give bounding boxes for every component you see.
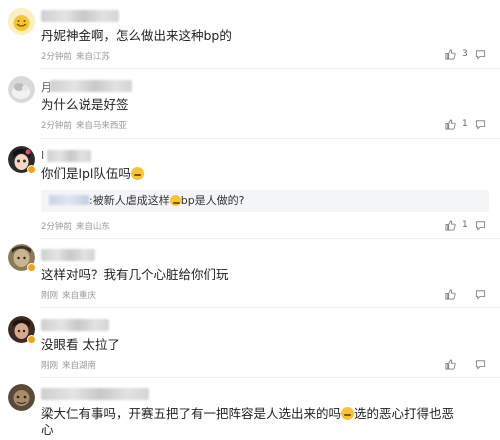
comment-actions: 3: [444, 48, 486, 60]
avatar[interactable]: [8, 8, 35, 35]
like-count: 1: [462, 220, 468, 230]
comment-text-main: 梁大仁有事吗，开赛五把了有一把阵容是人选出来的吗: [41, 406, 342, 421]
comment-actions: [444, 358, 486, 370]
comment-meta: 刚刚 来自湖南: [41, 359, 96, 371]
comment-text-line2: 心: [41, 422, 54, 437]
comment-bubble-icon[interactable]: [474, 48, 486, 60]
divider: [41, 238, 500, 239]
comment-text: 为什么说是好签: [41, 97, 129, 112]
username[interactable]: [41, 10, 119, 22]
smiling-face-emoji: [341, 407, 355, 420]
comment-text: 没眼看 太拉了: [41, 337, 120, 352]
comment-actions: [444, 288, 486, 300]
verified-badge: [27, 165, 36, 174]
comment-bubble-icon[interactable]: [474, 118, 486, 130]
quoted-text: :被新人虐成这样: [89, 194, 170, 207]
comment-meta: 2分钟前 来自马来西亚: [41, 119, 127, 131]
comment-location: 来自马来西亚: [75, 121, 127, 131]
quoted-username[interactable]: [49, 195, 89, 205]
divider: [41, 377, 500, 378]
comment-actions: 1: [444, 118, 486, 130]
comment-location: 来自湖南: [62, 361, 97, 371]
comment-bubble-icon[interactable]: [474, 219, 486, 231]
comment-bubble-icon[interactable]: [474, 288, 486, 300]
divider: [41, 307, 500, 308]
comment-meta: 2分钟前 来自江苏: [41, 50, 110, 62]
thumbs-up-icon[interactable]: [444, 118, 456, 130]
like-count: 3: [462, 49, 468, 59]
username[interactable]: [41, 388, 149, 400]
comment-location: 来自重庆: [62, 291, 97, 301]
comment-location: 来自山东: [75, 222, 110, 232]
comment-time: 2分钟前: [41, 121, 72, 131]
comment-time: 2分钟前: [41, 222, 72, 232]
comment-meta: 刚刚 来自重庆: [41, 289, 96, 301]
comment-location: 来自江苏: [75, 52, 110, 62]
username-initial: I: [41, 149, 45, 162]
quoted-reply[interactable]: :被新人虐成这样 bp是人做的?: [41, 190, 489, 212]
thumbs-up-icon[interactable]: [444, 358, 456, 370]
username[interactable]: [41, 249, 95, 261]
comment-time: 刚刚: [41, 291, 59, 301]
thumbs-up-icon[interactable]: [444, 219, 456, 231]
comment-text: 这样对吗？我有几个心脏给你们玩: [41, 267, 229, 282]
avatar[interactable]: [8, 384, 35, 411]
thumbs-up-icon[interactable]: [444, 48, 456, 60]
username[interactable]: [41, 319, 109, 331]
comment-text: 丹妮神金啊，怎么做出来这种bp的: [41, 28, 232, 43]
comment-meta: 2分钟前 来自山东: [41, 220, 110, 232]
like-count: 1: [462, 119, 468, 129]
username[interactable]: [47, 150, 91, 162]
username[interactable]: [50, 80, 132, 92]
comment-time: 刚刚: [41, 361, 59, 371]
quoted-text-tail: bp是人做的?: [180, 194, 245, 207]
divider: [41, 138, 500, 139]
smiling-face-emoji: [169, 195, 181, 206]
comment-text: 梁大仁有事吗，开赛五把了有一把阵容是人选出来的吗 选的恶心打得也恶: [41, 405, 454, 423]
divider: [41, 68, 500, 69]
comment-time: 2分钟前: [41, 52, 72, 62]
comment-bubble-icon[interactable]: [474, 358, 486, 370]
avatar[interactable]: [8, 76, 35, 103]
verified-badge: [27, 263, 36, 272]
comment-text-cont: 选的恶心打得也恶: [354, 406, 455, 421]
thumbs-up-icon[interactable]: [444, 288, 456, 300]
comment-text: 你们是lpl队伍吗: [41, 165, 144, 183]
verified-badge: [27, 335, 36, 344]
smiling-face-emoji: [130, 167, 144, 180]
comment-actions: 1: [444, 219, 486, 231]
comment-text-main: 你们是lpl队伍吗: [41, 166, 131, 181]
